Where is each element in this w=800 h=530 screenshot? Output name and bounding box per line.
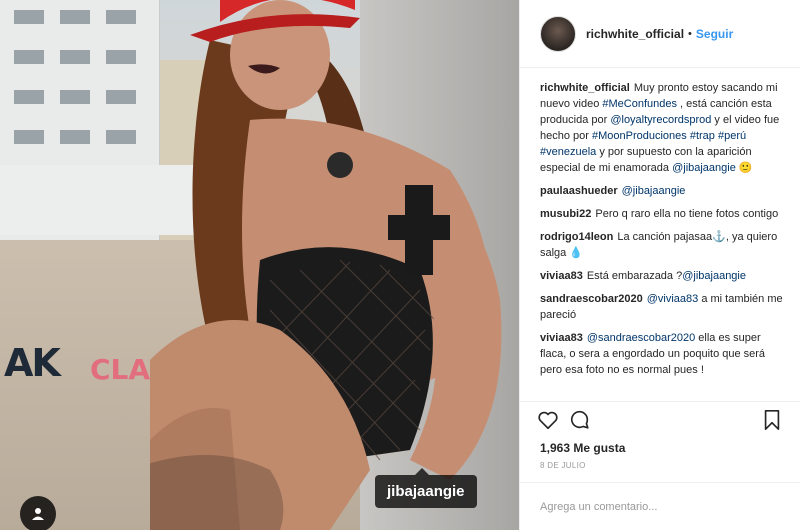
comment-item: musubi22 Pero q raro ella no tiene fotos … xyxy=(540,206,786,222)
heart-icon[interactable] xyxy=(536,408,560,432)
post-sidebar: richwhite_official • Seguir richwhite_of… xyxy=(519,0,800,530)
comment-item: viviaa83 @sandraescobar2020 ella es super… xyxy=(540,330,786,378)
comment-item: rodrigo14leon La canción pajasaa⚓, ya qui… xyxy=(540,229,786,261)
add-comment-bar xyxy=(520,482,800,530)
comment-username[interactable]: paulaashueder xyxy=(540,185,618,197)
comment-username[interactable]: richwhite_official xyxy=(540,82,630,94)
post-header: richwhite_official • Seguir xyxy=(520,0,800,68)
comment-username[interactable]: viviaa83 xyxy=(540,270,583,282)
user-icon xyxy=(32,508,44,520)
comment-link[interactable]: @jibajaangie xyxy=(622,185,686,197)
comment-item: paulaashueder @jibajaangie xyxy=(540,183,786,199)
comment-input[interactable] xyxy=(540,500,780,513)
comment-link[interactable]: @jibajaangie xyxy=(672,162,736,174)
action-bar xyxy=(520,401,800,437)
comment-username[interactable]: viviaa83 xyxy=(540,332,583,344)
tagged-users-button[interactable] xyxy=(20,496,56,530)
post-date[interactable]: 8 DE JULIO xyxy=(520,459,800,482)
header-username[interactable]: richwhite_official xyxy=(586,27,684,41)
header-separator: • xyxy=(688,27,692,40)
comment-list: richwhite_official Muy pronto estoy sacan… xyxy=(520,68,800,401)
comment-link[interactable]: @viviaa83 xyxy=(647,293,699,305)
avatar[interactable] xyxy=(540,15,576,52)
comment-link[interactable]: @loyaltyrecordsprod xyxy=(610,114,711,126)
like-count[interactable]: 1,963 Me gusta xyxy=(520,437,800,459)
comment-text: Pero q raro ella no tiene fotos contigo xyxy=(595,208,779,220)
tagged-user-label[interactable]: jibajaangie xyxy=(375,468,477,508)
comment-link[interactable]: #trap xyxy=(690,130,715,142)
comment-link[interactable]: #MeConfundes xyxy=(602,98,677,110)
follow-button[interactable]: Seguir xyxy=(696,27,733,41)
bookmark-icon[interactable] xyxy=(760,408,784,432)
comment-link[interactable]: @sandraescobar2020 xyxy=(587,332,695,344)
comment-username[interactable]: rodrigo14leon xyxy=(540,231,613,243)
model-figure xyxy=(150,0,502,530)
comment-link[interactable]: #venezuela xyxy=(540,146,596,158)
comment-icon[interactable] xyxy=(568,408,592,432)
comment-item: sandraescobar2020 @viviaa83 a mi también … xyxy=(540,291,786,323)
comment-item: viviaa83 Está embarazada ?@jibajaangie xyxy=(540,268,786,284)
comment-link[interactable]: @jibajaangie xyxy=(682,270,746,282)
post-photo[interactable]: AK CLAB jibajaangie xyxy=(0,0,519,530)
comment-username[interactable]: sandraescobar2020 xyxy=(540,293,643,305)
comment-link[interactable]: #MoonProduciones xyxy=(592,130,687,142)
comment-item: richwhite_official Muy pronto estoy sacan… xyxy=(540,80,786,176)
comment-text: Está embarazada ? xyxy=(586,270,683,282)
comment-link[interactable]: #perú xyxy=(718,130,746,142)
comment-text: 🙂 xyxy=(735,162,753,174)
comment-username[interactable]: musubi22 xyxy=(540,208,591,220)
